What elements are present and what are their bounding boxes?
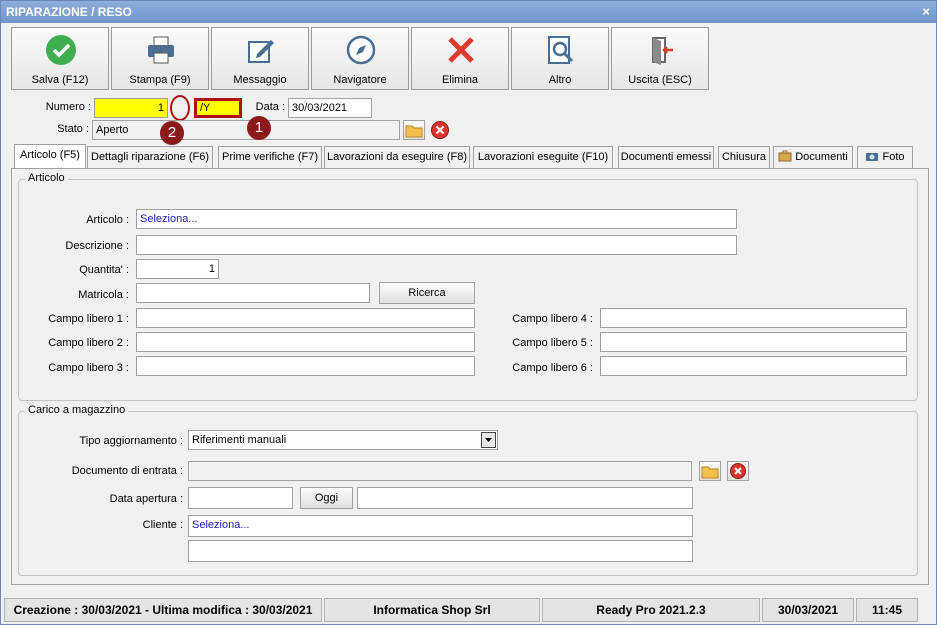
documento-entrata-input bbox=[188, 461, 692, 481]
tab-documenti[interactable]: Documenti bbox=[773, 146, 853, 168]
annotation-ring-2 bbox=[170, 95, 190, 121]
delete-icon bbox=[445, 34, 477, 66]
ricerca-button[interactable]: Ricerca bbox=[379, 282, 475, 304]
search-document-icon bbox=[545, 34, 577, 66]
campo2-label: Campo libero 2 : bbox=[48, 337, 129, 349]
cliente-label: Cliente : bbox=[142, 519, 183, 531]
data-label: Data : bbox=[255, 101, 285, 113]
camera-icon bbox=[866, 153, 879, 161]
tab-panel-articolo: Articolo Articolo : Seleziona... Descriz… bbox=[11, 168, 929, 585]
tipo-aggiornamento-label: Tipo aggiornamento : bbox=[79, 435, 183, 447]
numero-input[interactable]: 1 bbox=[94, 98, 168, 118]
campo1-label: Campo libero 1 : bbox=[48, 313, 129, 325]
tab-documenti-emessi[interactable]: Documenti emessi bbox=[618, 146, 714, 168]
title-bar: RIPARAZIONE / RESO × bbox=[1, 1, 936, 23]
annotation-badge-1: 1 bbox=[247, 116, 271, 140]
documento-folder-button[interactable] bbox=[699, 461, 721, 481]
descrizione-input[interactable] bbox=[136, 235, 737, 255]
save-label: Salva (F12) bbox=[31, 74, 89, 86]
tab-foto-label: Foto bbox=[882, 151, 905, 163]
print-button[interactable]: Stampa (F9) bbox=[111, 27, 209, 90]
campo1-input[interactable] bbox=[136, 308, 475, 328]
clear-documento-button[interactable] bbox=[727, 461, 749, 481]
delete-button[interactable]: Elimina bbox=[411, 27, 509, 90]
status-date: 30/03/2021 bbox=[762, 598, 854, 622]
cliente-select-field[interactable]: Seleziona... bbox=[188, 515, 693, 537]
tab-prime-verifiche[interactable]: Prime verifiche (F7) bbox=[218, 146, 322, 168]
campo6-label: Campo libero 6 : bbox=[512, 362, 593, 374]
more-label: Altro bbox=[548, 74, 572, 86]
tab-articolo[interactable]: Articolo (F5) bbox=[14, 144, 86, 169]
delete-label: Elimina bbox=[441, 74, 479, 86]
tab-lavorazioni-eseguite[interactable]: Lavorazioni eseguite (F10) bbox=[473, 146, 613, 168]
descrizione-label: Descrizione : bbox=[65, 240, 129, 252]
folder-icon bbox=[405, 125, 423, 138]
status-version: Ready Pro 2021.2.3 bbox=[542, 598, 760, 622]
oggi-button[interactable]: Oggi bbox=[300, 487, 353, 509]
tipo-aggiornamento-select[interactable]: Riferimenti manuali bbox=[188, 430, 498, 450]
status-time: 11:45 bbox=[856, 598, 918, 622]
documento-entrata-label: Documento di entrata : bbox=[71, 465, 183, 477]
campo4-label: Campo libero 4 : bbox=[512, 313, 593, 325]
articolo-label: Articolo : bbox=[86, 214, 129, 226]
clear-stato-button[interactable] bbox=[430, 120, 450, 140]
clear-icon bbox=[730, 463, 746, 479]
data-input[interactable]: 30/03/2021 bbox=[288, 98, 372, 118]
tab-lavorazioni-da-eseguire[interactable]: Lavorazioni da eseguire (F8) bbox=[324, 146, 470, 168]
stato-input: Aperto bbox=[92, 120, 400, 140]
cliente-detail-input[interactable] bbox=[188, 540, 693, 562]
stato-label: Stato : bbox=[57, 123, 89, 135]
data-apertura-label: Data apertura : bbox=[109, 493, 183, 505]
data-apertura-extra-input[interactable] bbox=[357, 487, 693, 509]
more-button[interactable]: Altro bbox=[511, 27, 609, 90]
tab-dettagli-riparazione[interactable]: Dettagli riparazione (F6) bbox=[87, 146, 213, 168]
window-title: RIPARAZIONE / RESO bbox=[6, 5, 132, 19]
tipo-aggiornamento-value: Riferimenti manuali bbox=[192, 434, 287, 446]
briefcase-icon bbox=[778, 150, 792, 162]
campo6-input[interactable] bbox=[600, 356, 907, 376]
numero-label: Numero : bbox=[45, 101, 91, 113]
campo2-input[interactable] bbox=[136, 332, 475, 352]
compass-icon bbox=[345, 34, 377, 66]
repair-window: RIPARAZIONE / RESO × Salva (F12) Stampa … bbox=[0, 0, 937, 625]
matricola-input[interactable] bbox=[136, 283, 370, 303]
save-button[interactable]: Salva (F12) bbox=[11, 27, 109, 90]
message-label: Messaggio bbox=[233, 74, 287, 86]
folder-open-button[interactable] bbox=[403, 120, 425, 140]
status-company: Informatica Shop Srl bbox=[324, 598, 540, 622]
exit-button[interactable]: Uscita (ESC) bbox=[611, 27, 709, 90]
navigator-label: Navigatore bbox=[333, 74, 387, 86]
articolo-group-title: Articolo bbox=[25, 172, 68, 184]
tab-documenti-label: Documenti bbox=[795, 151, 848, 163]
annotation-badge-2: 2 bbox=[160, 121, 184, 145]
quantita-input[interactable]: 1 bbox=[136, 259, 219, 279]
printer-icon bbox=[145, 34, 177, 66]
campo3-label: Campo libero 3 : bbox=[48, 362, 129, 374]
message-button[interactable]: Messaggio bbox=[211, 27, 309, 90]
status-bar: Creazione : 30/03/2021 - Ultima modifica… bbox=[4, 598, 934, 623]
serie-input[interactable]: /Y bbox=[194, 98, 242, 118]
campo5-label: Campo libero 5 : bbox=[512, 337, 593, 349]
close-icon[interactable]: × bbox=[922, 1, 930, 23]
campo5-input[interactable] bbox=[600, 332, 907, 352]
exit-label: Uscita (ESC) bbox=[628, 74, 692, 86]
matricola-label: Matricola : bbox=[78, 289, 129, 301]
print-label: Stampa (F9) bbox=[129, 74, 191, 86]
campo3-input[interactable] bbox=[136, 356, 475, 376]
status-dates: Creazione : 30/03/2021 - Ultima modifica… bbox=[4, 598, 322, 622]
navigator-button[interactable]: Navigatore bbox=[311, 27, 409, 90]
chevron-down-icon[interactable] bbox=[481, 432, 496, 448]
folder-icon bbox=[701, 466, 719, 479]
data-apertura-input[interactable] bbox=[188, 487, 293, 509]
quantita-label: Quantita' : bbox=[79, 264, 129, 276]
clear-icon bbox=[431, 121, 449, 139]
tab-chiusura[interactable]: Chiusura bbox=[718, 146, 770, 168]
message-icon bbox=[245, 34, 277, 66]
tab-foto[interactable]: Foto bbox=[857, 146, 913, 168]
articolo-select-field[interactable]: Seleziona... bbox=[136, 209, 737, 229]
check-icon bbox=[45, 34, 77, 66]
magazzino-group-title: Carico a magazzino bbox=[25, 404, 129, 416]
exit-door-icon bbox=[645, 34, 677, 66]
campo4-input[interactable] bbox=[600, 308, 907, 328]
